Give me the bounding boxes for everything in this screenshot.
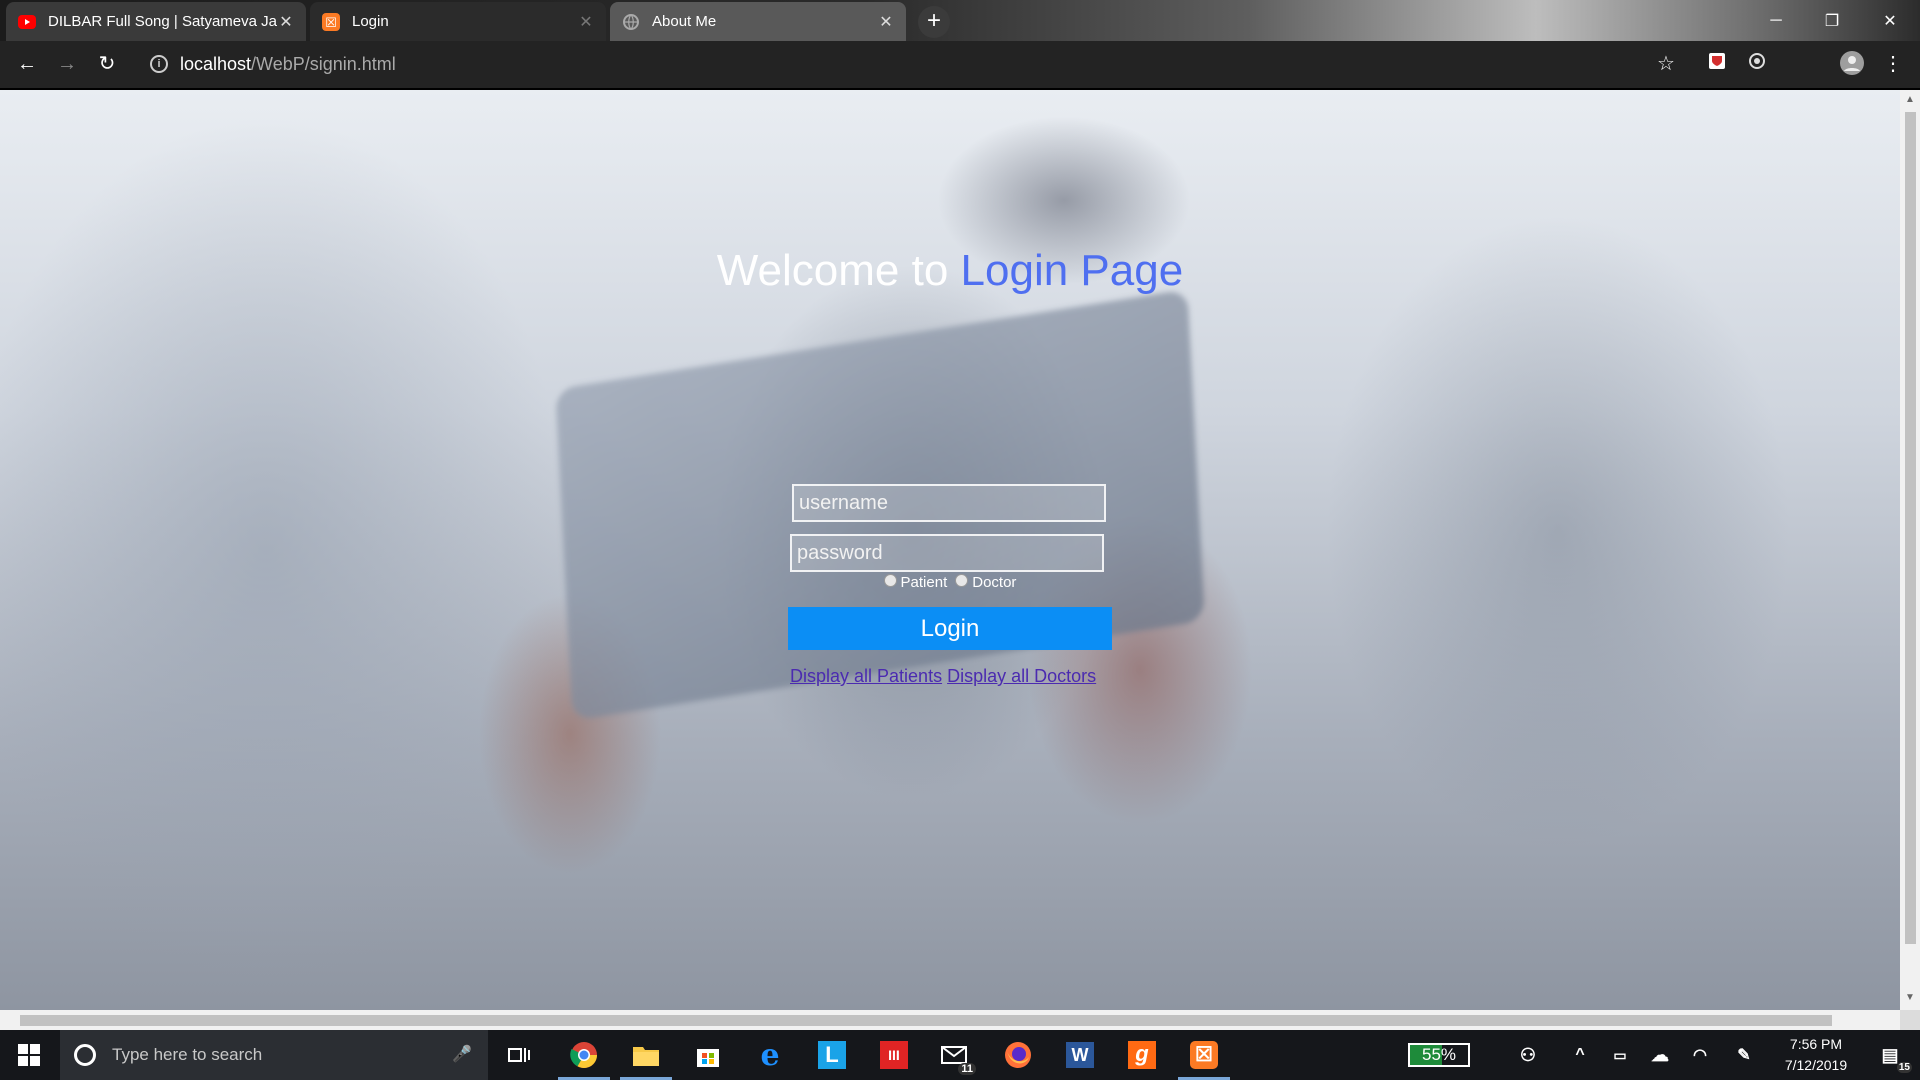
username-input[interactable]	[792, 484, 1106, 522]
mail-badge: 11	[958, 1063, 976, 1075]
doctor-radio-label: Doctor	[972, 574, 1017, 591]
minimize-button[interactable]: ─	[1748, 0, 1804, 41]
svg-text:☒: ☒	[325, 16, 337, 31]
youtube-icon	[18, 13, 36, 31]
patient-radio-button[interactable]	[883, 574, 897, 587]
display-patients-link[interactable]: Display all Patients	[790, 666, 942, 686]
welcome-prefix: Welcome to	[716, 246, 949, 295]
search-placeholder: Type here to search	[112, 1045, 263, 1064]
close-window-button[interactable]: ✕	[1862, 0, 1918, 41]
mail-icon[interactable]: 11	[936, 1035, 976, 1075]
clock-time: 7:56 PM	[1789, 1036, 1843, 1052]
red-app-icon[interactable]: III	[874, 1035, 914, 1075]
people-icon[interactable]: ⚇	[1508, 1035, 1548, 1075]
chevron-up-icon[interactable]: ^	[1560, 1035, 1600, 1075]
new-tab-button[interactable]: +	[918, 6, 950, 38]
vertical-scroll-thumb[interactable]	[1905, 112, 1916, 944]
page-viewport: Welcome to Login Page Patient Doctor Log…	[0, 90, 1900, 1010]
reload-icon[interactable]: ↻	[92, 49, 122, 79]
forward-icon[interactable]: →	[52, 49, 82, 79]
role-radio-group: Patient Doctor	[0, 574, 1900, 591]
doctor-radio[interactable]: Doctor	[955, 574, 1016, 591]
onedrive-icon[interactable]: ☁	[1640, 1035, 1680, 1075]
microphone-icon[interactable]: 🎤	[452, 1044, 472, 1064]
chrome-icon[interactable]	[558, 1035, 610, 1080]
back-icon[interactable]: ←	[12, 49, 42, 79]
clock-date: 7/12/2019	[1784, 1057, 1848, 1073]
battery-indicator[interactable]: 55%	[1408, 1043, 1470, 1067]
address-bar[interactable]: i localhost/WebP/signin.html	[140, 47, 1670, 81]
notification-badge: 15	[1896, 1062, 1912, 1073]
word-icon[interactable]: W	[1060, 1035, 1100, 1075]
tab-title: About Me	[652, 13, 717, 30]
windows-start-icon[interactable]	[0, 1030, 58, 1080]
tab-about-me[interactable]: About Me ✕	[610, 2, 906, 41]
horizontal-scroll-thumb[interactable]	[20, 1015, 1832, 1026]
globe-icon	[622, 13, 640, 31]
tab-strip: DILBAR Full Song | Satyameva Ja ✕ ☒ Logi…	[0, 0, 1920, 41]
extension-circle-icon[interactable]	[1744, 51, 1770, 77]
system-clock[interactable]: 7:56 PM 7/12/2019	[1766, 1034, 1866, 1076]
tab-title: Login	[352, 13, 389, 30]
restore-button[interactable]: ❐	[1804, 0, 1860, 41]
display-links: Display all Patients Display all Doctors	[790, 666, 1096, 687]
display-doctors-link[interactable]: Display all Doctors	[947, 666, 1096, 686]
battery-tray-icon[interactable]: ▭	[1600, 1035, 1640, 1075]
g-app-icon[interactable]: g	[1122, 1035, 1162, 1075]
edge-icon[interactable]: e	[750, 1035, 790, 1075]
task-view-icon[interactable]	[499, 1035, 539, 1075]
patient-radio-label: Patient	[900, 574, 948, 591]
scroll-down-icon[interactable]: ▼	[1900, 992, 1920, 1003]
scroll-up-icon[interactable]: ▲	[1900, 94, 1920, 105]
tab-dilbar[interactable]: DILBAR Full Song | Satyameva Ja ✕	[6, 2, 306, 41]
browser-toolbar: ← → ↻ i localhost/WebP/signin.html ☆ ⋮	[0, 41, 1920, 90]
login-button[interactable]: Login	[788, 607, 1112, 650]
taskbar-search-box[interactable]: Type here to search 🎤	[60, 1030, 488, 1080]
close-icon[interactable]: ✕	[578, 12, 594, 32]
scrollbar-corner	[1900, 1010, 1920, 1030]
store-icon[interactable]	[688, 1035, 728, 1075]
extension-shield-icon[interactable]	[1704, 51, 1730, 77]
l-app-icon[interactable]: L	[812, 1035, 852, 1075]
file-explorer-icon[interactable]	[620, 1035, 672, 1080]
menu-kebab-icon[interactable]: ⋮	[1880, 51, 1906, 77]
url-host: localhost	[180, 53, 252, 74]
tab-title: DILBAR Full Song | Satyameva Ja	[48, 13, 277, 30]
tab-login[interactable]: ☒ Login ✕	[310, 2, 606, 41]
pen-icon[interactable]: ✎	[1724, 1035, 1764, 1075]
page-title: Welcome to Login Page	[0, 246, 1900, 296]
close-icon[interactable]: ✕	[278, 12, 294, 32]
vertical-scrollbar[interactable]: ▲ ▼	[1900, 90, 1920, 1010]
url-path: /WebP/signin.html	[251, 53, 396, 74]
firefox-icon[interactable]	[998, 1035, 1038, 1075]
patient-radio[interactable]: Patient	[883, 574, 948, 591]
bookmark-star-icon[interactable]: ☆	[1653, 51, 1679, 77]
password-input[interactable]	[790, 534, 1104, 572]
cortana-icon	[74, 1044, 96, 1066]
notification-icon[interactable]: ▤ 15	[1870, 1035, 1912, 1075]
close-icon[interactable]: ✕	[878, 12, 894, 32]
windows-taskbar: Type here to search 🎤 e L III 11 W g ☒ 5…	[0, 1030, 1920, 1080]
welcome-accent: Login Page	[960, 246, 1184, 295]
info-icon[interactable]: i	[150, 55, 168, 73]
doctor-radio-button[interactable]	[955, 574, 969, 587]
xampp-icon: ☒	[322, 12, 340, 31]
xampp-icon[interactable]: ☒	[1178, 1035, 1230, 1080]
horizontal-scrollbar[interactable]	[0, 1010, 1900, 1030]
profile-avatar-icon[interactable]	[1839, 51, 1865, 77]
wifi-icon[interactable]: ◠	[1680, 1035, 1720, 1075]
